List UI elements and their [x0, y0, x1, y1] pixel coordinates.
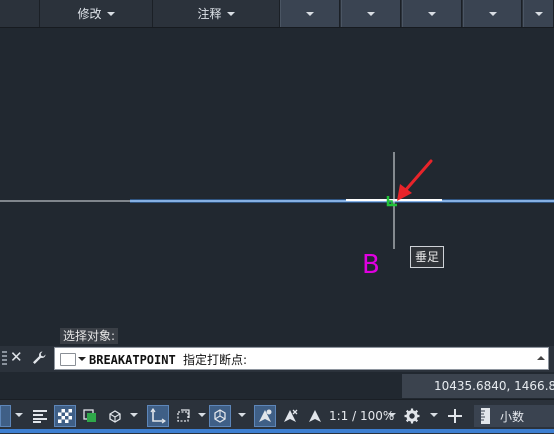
- annotation-visibility-icon: [259, 409, 272, 422]
- annotation-scale-icon: [309, 410, 321, 422]
- ribbon-dropdown-button[interactable]: [402, 0, 462, 27]
- auto-scale-toggle[interactable]: [279, 405, 301, 427]
- command-instruction: 指定打断点:: [182, 353, 247, 367]
- snap-tooltip: 垂足: [410, 246, 445, 268]
- ruler-icon: [481, 408, 490, 424]
- ribbon-panel-bar: 修改 注释: [0, 0, 554, 28]
- command-line: ✕ BREAKATPOINT 指定打断点:: [0, 346, 554, 372]
- lineweight-icon: [33, 410, 47, 423]
- gizmo-icon: [214, 409, 226, 423]
- command-input[interactable]: BREAKATPOINT 指定打断点:: [54, 347, 549, 370]
- selection-filter-toggle[interactable]: [172, 405, 194, 427]
- chevron-down-icon[interactable]: [238, 413, 246, 417]
- coordinates-row: 10435.6840, 1466.8823: [0, 372, 554, 399]
- chevron-down-icon[interactable]: [388, 413, 396, 417]
- close-icon[interactable]: ✕: [10, 348, 23, 366]
- chevron-down-icon: [428, 11, 436, 16]
- command-name: BREAKATPOINT: [89, 353, 176, 367]
- chevron-down-icon: [226, 11, 235, 16]
- annotation-scale-value: 1:1 / 100%: [329, 409, 395, 423]
- chevron-down-icon: [306, 11, 314, 16]
- selection-filter-icon: [177, 409, 190, 422]
- ribbon-panel-label: 注释: [197, 7, 222, 21]
- units-value: 小数: [500, 410, 525, 424]
- transparency-icon: [58, 409, 72, 423]
- chevron-down-icon: [488, 11, 497, 16]
- gizmo-toggle[interactable]: [209, 405, 231, 427]
- command-recent-icon[interactable]: [60, 353, 76, 366]
- ucs-icon: [150, 408, 166, 424]
- annotation-monitor-toggle[interactable]: [444, 405, 466, 427]
- ribbon-dropdown-button[interactable]: [280, 0, 340, 27]
- annotation-scale-icon-button[interactable]: [304, 405, 326, 427]
- chevron-down-icon[interactable]: [15, 413, 23, 417]
- chevron-down-icon[interactable]: [130, 413, 138, 417]
- ribbon-panel-modify[interactable]: 修改: [40, 0, 153, 27]
- annotation-scale[interactable]: 1:1 / 100%: [329, 405, 394, 427]
- ribbon-panel-stub[interactable]: [0, 0, 40, 27]
- lineweight-toggle[interactable]: [29, 405, 51, 427]
- red-arrow-icon: [397, 159, 433, 201]
- auto-scale-icon: [284, 409, 298, 422]
- selection-cycling-icon: [83, 409, 96, 422]
- ribbon-panel-annotation[interactable]: 注释: [153, 0, 280, 27]
- chevron-down-icon: [534, 11, 543, 16]
- selection-cycling-toggle[interactable]: [79, 405, 101, 427]
- chevron-down-icon[interactable]: [430, 413, 438, 417]
- drawing-canvas[interactable]: 垂足 B: [0, 28, 554, 346]
- annotation-visibility-toggle[interactable]: [254, 405, 276, 427]
- grid-display-toggle[interactable]: [0, 405, 11, 427]
- ribbon-dropdown-button[interactable]: [463, 0, 522, 27]
- wrench-icon[interactable]: [31, 350, 47, 366]
- chevron-down-icon: [367, 11, 375, 16]
- chevron-down-icon: [106, 11, 115, 16]
- ribbon-panel-label: 修改: [77, 7, 102, 21]
- ribbon-dropdown-button[interactable]: [523, 0, 554, 27]
- 3d-snap-icon: [109, 410, 121, 423]
- chevron-down-icon[interactable]: [78, 357, 86, 361]
- drag-handle-icon[interactable]: [2, 351, 7, 367]
- drawing-graphics: [0, 152, 554, 249]
- units-selector[interactable]: 小数: [474, 405, 554, 427]
- dynamic-ucs-toggle[interactable]: [147, 405, 169, 427]
- workspace-switch[interactable]: [401, 405, 423, 427]
- window-bottom-edge: [0, 429, 554, 433]
- coordinate-display[interactable]: 10435.6840, 1466.8823: [402, 374, 554, 398]
- transparency-toggle[interactable]: [54, 405, 76, 427]
- ribbon-dropdown-button[interactable]: [341, 0, 401, 27]
- 3d-object-snap-toggle[interactable]: [104, 405, 126, 427]
- command-text: BREAKATPOINT 指定打断点:: [89, 351, 247, 368]
- plus-icon: [448, 409, 462, 423]
- gear-icon: [404, 408, 420, 424]
- command-history-prompt: 选择对象:: [60, 328, 119, 344]
- point-label: B: [362, 250, 380, 280]
- chevron-up-icon[interactable]: [537, 356, 545, 360]
- chevron-down-icon[interactable]: [198, 413, 206, 417]
